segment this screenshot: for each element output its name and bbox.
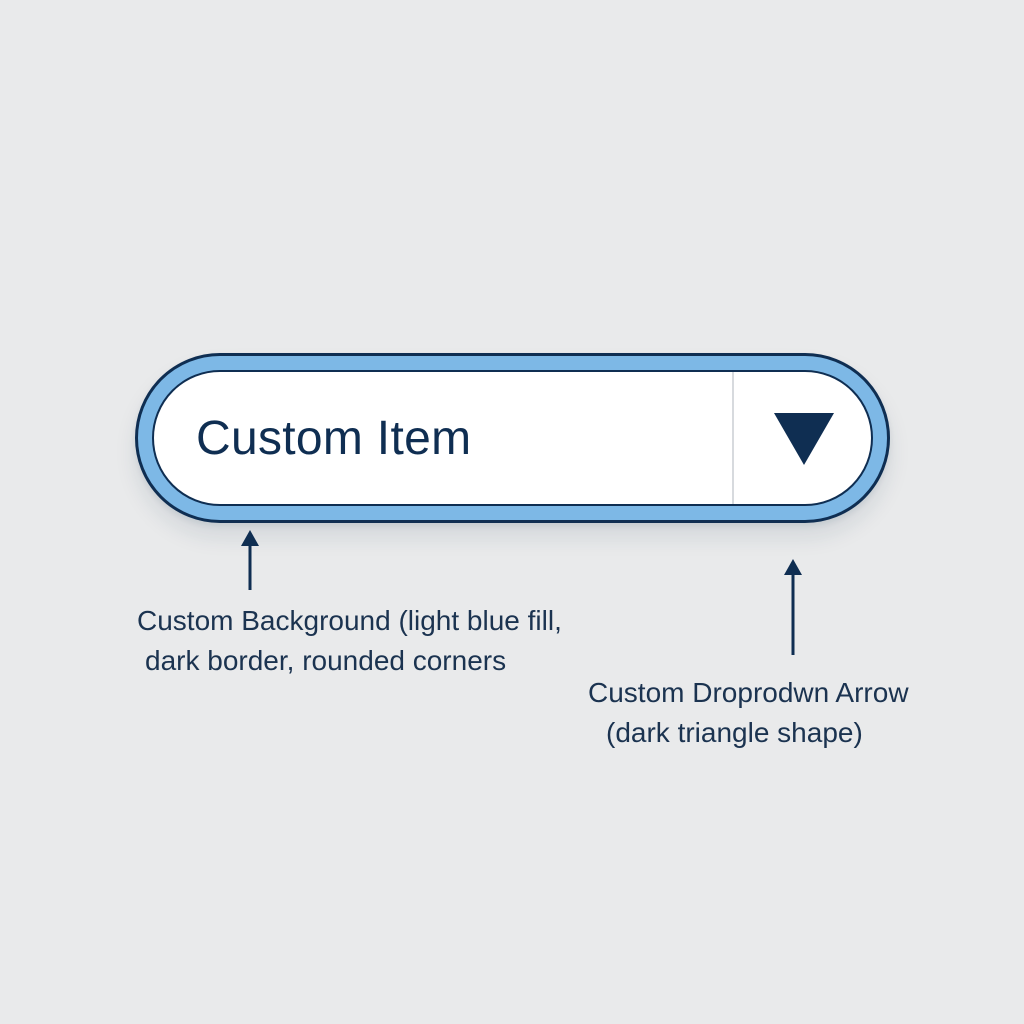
annotation-background-line1: Custom Background (light blue fill, [137, 605, 562, 636]
annotation-background-line2: dark border, rounded corners [145, 645, 507, 676]
triangle-down-icon[interactable] [772, 411, 836, 467]
custom-dropdown[interactable]: Custom Item [135, 353, 890, 523]
dropdown-field[interactable]: Custom Item [152, 370, 873, 506]
annotation-arrow-dropdown [784, 559, 802, 655]
annotation-label-background: Custom Background (light blue fill, dark… [137, 601, 562, 681]
annotation-label-dropdown-arrow: Custom Droprodwn Arrow (dark triangle sh… [588, 673, 909, 753]
annotation-arrow-line2: (dark triangle shape) [606, 717, 863, 748]
dropdown-divider [732, 372, 734, 504]
annotation-arrow-line1: Custom Droprodwn Arrow [588, 677, 909, 708]
dropdown-selected-value: Custom Item [196, 411, 472, 465]
annotation-arrow-background [241, 530, 259, 590]
